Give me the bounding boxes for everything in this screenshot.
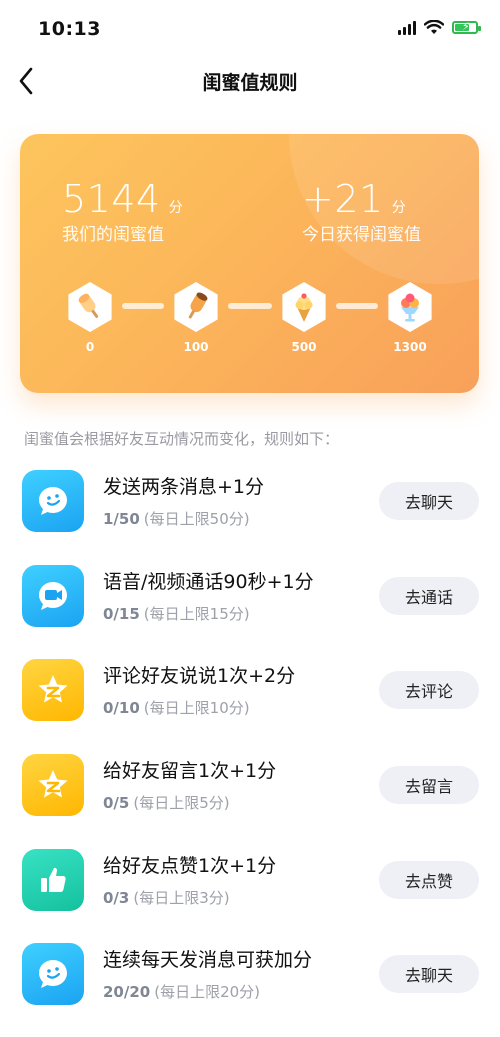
status-time: 10:13 (38, 18, 101, 40)
total-score: 5144 分 我们的闺蜜值 (62, 178, 183, 245)
ice-cream-cone-icon (295, 293, 313, 322)
level-badge-1 (174, 282, 218, 332)
rule-daily-limit: (每日上限5分) (133, 794, 230, 812)
qzone-star-icon (38, 770, 68, 798)
rule-icon (22, 565, 84, 627)
level-badge-0 (68, 282, 112, 332)
level-threshold: 500 (291, 340, 317, 354)
rule-item-leave-message: 给好友留言1次+1分 0/5 (每日上限5分) 去留言 (0, 754, 500, 848)
today-score-unit: 分 (391, 200, 406, 216)
go-comment-button[interactable]: 去评论 (379, 671, 479, 709)
level-threshold: 1300 (393, 340, 427, 354)
rule-daily-limit: (每日上限15分) (143, 605, 250, 623)
go-chat-button[interactable]: 去聊天 (379, 955, 479, 993)
thumbs-up-icon (41, 867, 66, 892)
rule-progress: 0/15 (每日上限15分) (103, 603, 250, 624)
rule-progress-count: 1/50 (103, 510, 140, 528)
rule-daily-limit: (每日上限50分) (143, 510, 250, 528)
rule-progress-count: 0/10 (103, 699, 140, 717)
rule-icon (22, 754, 84, 816)
today-score-label: 今日获得闺蜜值 (302, 225, 421, 245)
sundae-icon (401, 293, 419, 322)
rule-item-voice-video-call: 语音/视频通话90秒+1分 0/15 (每日上限15分) 去通话 (0, 565, 500, 659)
rule-progress: 0/5 (每日上限5分) (103, 792, 230, 813)
chat-smile-icon (39, 960, 67, 988)
total-score-unit: 分 (168, 200, 183, 216)
rule-progress: 20/20 (每日上限20分) (103, 981, 260, 1002)
rule-item-comment-posts: 评论好友说说1次+2分 0/10 (每日上限10分) 去评论 (0, 659, 500, 753)
go-chat-button[interactable]: 去聊天 (379, 482, 479, 520)
cellular-signal-icon (398, 20, 416, 35)
popsicle-icon (78, 293, 99, 318)
level-connector (122, 303, 164, 309)
rule-progress: 0/3 (每日上限3分) (103, 887, 230, 908)
battery-icon: ⚡ (452, 20, 481, 34)
rule-item-send-messages: 发送两条消息+1分 1/50 (每日上限50分) 去聊天 (0, 470, 500, 564)
rule-icon (22, 849, 84, 911)
rule-progress: 0/10 (每日上限10分) (103, 697, 250, 718)
total-score-label: 我们的闺蜜值 (62, 225, 164, 245)
nav-bar: 闺蜜值规则 (0, 58, 500, 104)
level-threshold: 0 (85, 340, 95, 354)
level-connector (336, 303, 378, 309)
rule-icon (22, 659, 84, 721)
rule-progress-count: 0/5 (103, 794, 130, 812)
level-connector (228, 303, 272, 309)
go-leave-message-button[interactable]: 去留言 (379, 766, 479, 804)
level-badge-3 (388, 282, 432, 332)
rule-title: 发送两条消息+1分 (103, 476, 265, 498)
rule-daily-limit: (每日上限3分) (133, 889, 230, 907)
rule-title: 评论好友说说1次+2分 (103, 665, 296, 687)
rule-icon (22, 943, 84, 1005)
rules-intro: 闺蜜值会根据好友互动情况而变化，规则如下： (24, 430, 340, 448)
rule-item-like: 给好友点赞1次+1分 0/3 (每日上限3分) 去点赞 (0, 849, 500, 943)
status-icons: ⚡ (398, 20, 481, 35)
rule-daily-limit: (每日上限20分) (154, 983, 261, 1001)
page-title: 闺蜜值规则 (202, 72, 298, 94)
rule-title: 给好友点赞1次+1分 (103, 855, 277, 877)
rule-progress-count: 0/15 (103, 605, 140, 623)
status-bar: 10:13 ⚡ (0, 0, 500, 58)
level-threshold: 100 (183, 340, 209, 354)
today-score-value: +21 (302, 177, 384, 221)
chat-smile-icon (39, 487, 67, 515)
rule-progress: 1/50 (每日上限50分) (103, 508, 250, 529)
rule-progress-count: 0/3 (103, 889, 130, 907)
rule-title: 连续每天发消息可获加分 (103, 949, 313, 971)
video-call-icon (39, 582, 67, 610)
level-track: 0 100 500 1300 (20, 282, 479, 362)
go-like-button[interactable]: 去点赞 (379, 861, 479, 899)
go-call-button[interactable]: 去通话 (379, 577, 479, 615)
ice-lolly-icon (188, 292, 208, 319)
wifi-icon (424, 20, 444, 34)
rule-daily-limit: (每日上限10分) (143, 699, 250, 717)
friendship-score-card: 5144 分 我们的闺蜜值 +21 分 今日获得闺蜜值 0 100 500 13… (20, 134, 479, 393)
rule-item-daily-streak: 连续每天发消息可获加分 20/20 (每日上限20分) 去聊天 (0, 943, 500, 1037)
rule-icon (22, 470, 84, 532)
today-score: +21 分 今日获得闺蜜值 (302, 178, 421, 245)
level-badge-2 (282, 282, 326, 332)
total-score-value: 5144 (62, 177, 161, 221)
qzone-star-icon (38, 675, 68, 703)
rule-title: 给好友留言1次+1分 (103, 760, 277, 782)
rule-progress-count: 20/20 (103, 983, 151, 1001)
rule-title: 语音/视频通话90秒+1分 (103, 571, 314, 593)
